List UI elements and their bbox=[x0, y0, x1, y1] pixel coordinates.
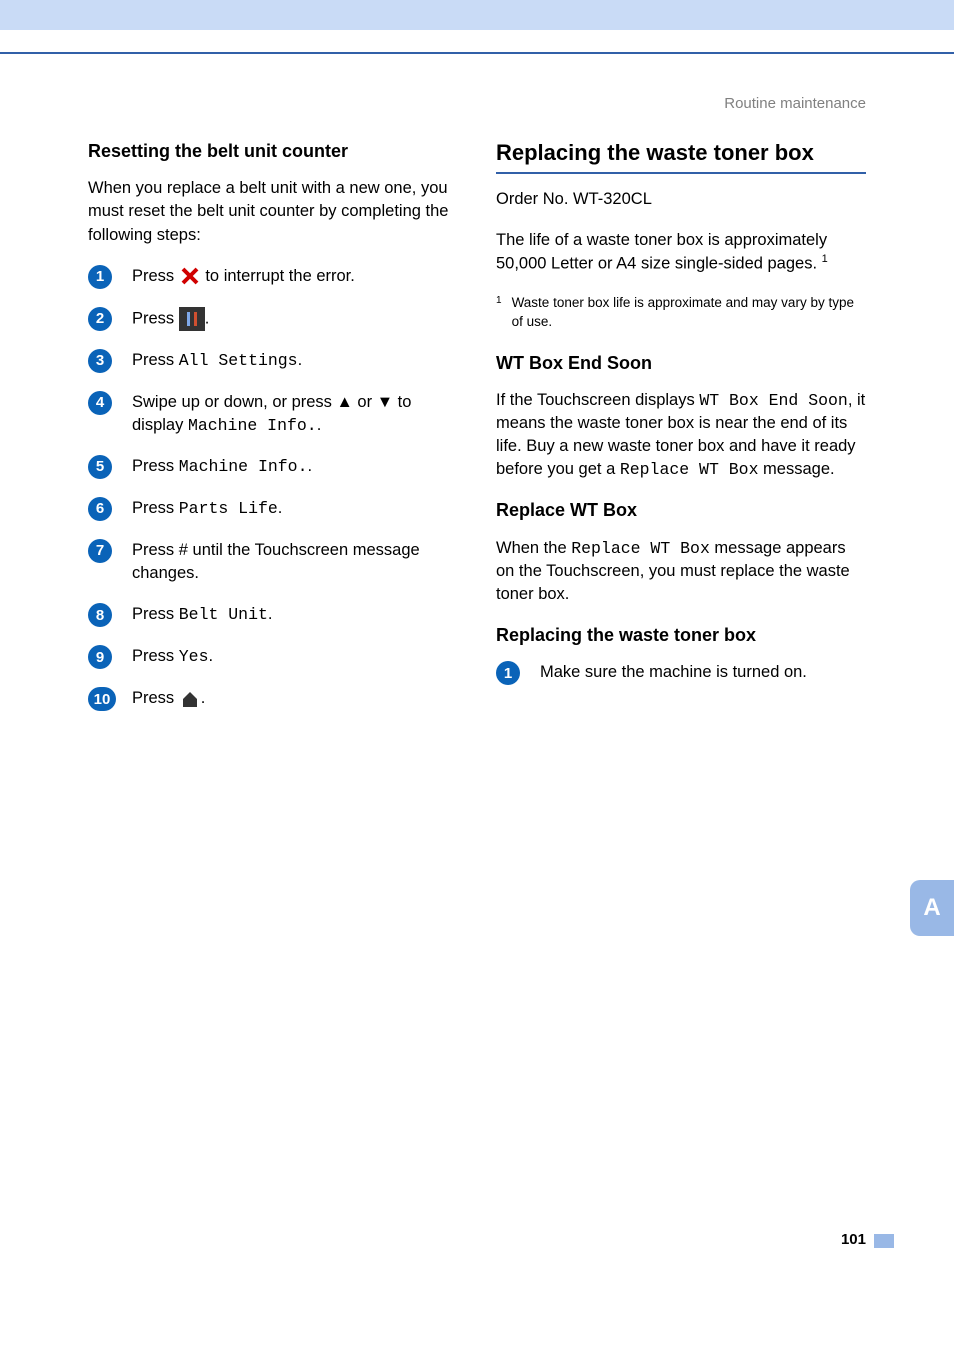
sec3-heading: Replacing the waste toner box bbox=[496, 624, 866, 647]
step-text: Press bbox=[132, 309, 179, 327]
step-number-7: 7 bbox=[88, 539, 112, 563]
footnote: 1 Waste toner box life is approximate an… bbox=[496, 294, 866, 332]
tools-icon bbox=[179, 307, 205, 331]
step-number-9: 9 bbox=[88, 645, 112, 669]
header-divider bbox=[0, 52, 954, 54]
step-number-8: 8 bbox=[88, 603, 112, 627]
step-text: Press bbox=[132, 647, 179, 665]
step-text: . bbox=[278, 499, 283, 517]
step-3: 3 Press All Settings. bbox=[88, 349, 458, 373]
left-column: Resetting the belt unit counter When you… bbox=[88, 140, 458, 729]
footnote-mark: 1 bbox=[496, 294, 502, 332]
step-text: Press # until the Touchscreen message ch… bbox=[132, 541, 420, 582]
step-text: Press bbox=[132, 605, 179, 623]
step-5: 5 Press Machine Info.. bbox=[88, 455, 458, 479]
step-text: . bbox=[208, 647, 213, 665]
mono-text: Replace WT Box bbox=[620, 460, 759, 479]
mono-text: Yes bbox=[179, 647, 209, 666]
mono-text: All Settings bbox=[179, 351, 298, 370]
page-number-mark bbox=[874, 1234, 894, 1248]
sec1-heading: WT Box End Soon bbox=[496, 352, 866, 375]
step-text: . bbox=[205, 309, 210, 327]
step-text: Make sure the machine is turned on. bbox=[540, 663, 807, 681]
step-text: Press bbox=[132, 499, 179, 517]
step-1: 1 Press to interrupt the error. bbox=[88, 265, 458, 289]
mono-text: Machine Info. bbox=[188, 416, 317, 435]
step-number-4: 4 bbox=[88, 391, 112, 415]
right-column: Replacing the waste toner box Order No. … bbox=[496, 140, 866, 729]
step-text: Press bbox=[132, 457, 179, 475]
sec1-body: If the Touchscreen displays WT Box End S… bbox=[496, 389, 866, 481]
step-text: . bbox=[308, 457, 313, 475]
step-number-2: 2 bbox=[88, 307, 112, 331]
step-text: . bbox=[201, 689, 206, 707]
right-main-heading: Replacing the waste toner box bbox=[496, 140, 866, 174]
sec3-steps: 1 Make sure the machine is turned on. bbox=[496, 661, 866, 685]
content: Resetting the belt unit counter When you… bbox=[88, 140, 866, 729]
text: If the Touchscreen displays bbox=[496, 391, 699, 409]
step-6: 6 Press Parts Life. bbox=[88, 497, 458, 521]
step-number-1: 1 bbox=[496, 661, 520, 685]
mono-text: WT Box End Soon bbox=[699, 391, 848, 410]
footnote-ref: 1 bbox=[822, 253, 828, 265]
step-number-5: 5 bbox=[88, 455, 112, 479]
sec2-body: When the Replace WT Box message appears … bbox=[496, 537, 866, 606]
step-number-1: 1 bbox=[88, 265, 112, 289]
step-2: 2 Press . bbox=[88, 307, 458, 331]
life-text: The life of a waste toner box is approxi… bbox=[496, 229, 866, 276]
step-number-6: 6 bbox=[88, 497, 112, 521]
step-text: Press bbox=[132, 689, 179, 707]
chapter-title: Routine maintenance bbox=[724, 95, 866, 112]
step-text: to interrupt the error. bbox=[201, 267, 355, 285]
step-8: 8 Press Belt Unit. bbox=[88, 603, 458, 627]
mono-text: Replace WT Box bbox=[571, 539, 710, 558]
step-number-10: 10 bbox=[88, 687, 116, 711]
page-number: 101 bbox=[841, 1231, 866, 1248]
text: When the bbox=[496, 539, 571, 557]
steps-list: 1 Press to interrupt the error. 2 Press … bbox=[88, 265, 458, 711]
footnote-text: Waste toner box life is approximate and … bbox=[512, 294, 866, 332]
sec2-heading: Replace WT Box bbox=[496, 499, 866, 522]
home-icon bbox=[179, 688, 201, 710]
sec3-step-1: 1 Make sure the machine is turned on. bbox=[496, 661, 866, 685]
life-text-span: The life of a waste toner box is approxi… bbox=[496, 231, 827, 273]
step-4: 4 Swipe up or down, or press ▲ or ▼ to d… bbox=[88, 391, 458, 437]
step-text: . bbox=[317, 416, 322, 434]
step-10: 10 Press . bbox=[88, 687, 458, 711]
step-text: . bbox=[268, 605, 273, 623]
left-heading: Resetting the belt unit counter bbox=[88, 140, 458, 163]
section-tab: A bbox=[910, 880, 954, 936]
step-text: Press bbox=[132, 267, 179, 285]
header-bar bbox=[0, 0, 954, 30]
text: message. bbox=[758, 460, 834, 478]
order-number: Order No. WT-320CL bbox=[496, 188, 866, 211]
left-intro: When you replace a belt unit with a new … bbox=[88, 177, 458, 246]
cancel-icon bbox=[179, 265, 201, 287]
mono-text: Parts Life bbox=[179, 499, 278, 518]
step-number-3: 3 bbox=[88, 349, 112, 373]
step-text: . bbox=[298, 351, 303, 369]
mono-text: Machine Info. bbox=[179, 457, 308, 476]
mono-text: Belt Unit bbox=[179, 605, 268, 624]
step-text: Press bbox=[132, 351, 179, 369]
step-9: 9 Press Yes. bbox=[88, 645, 458, 669]
step-7: 7 Press # until the Touchscreen message … bbox=[88, 539, 458, 585]
